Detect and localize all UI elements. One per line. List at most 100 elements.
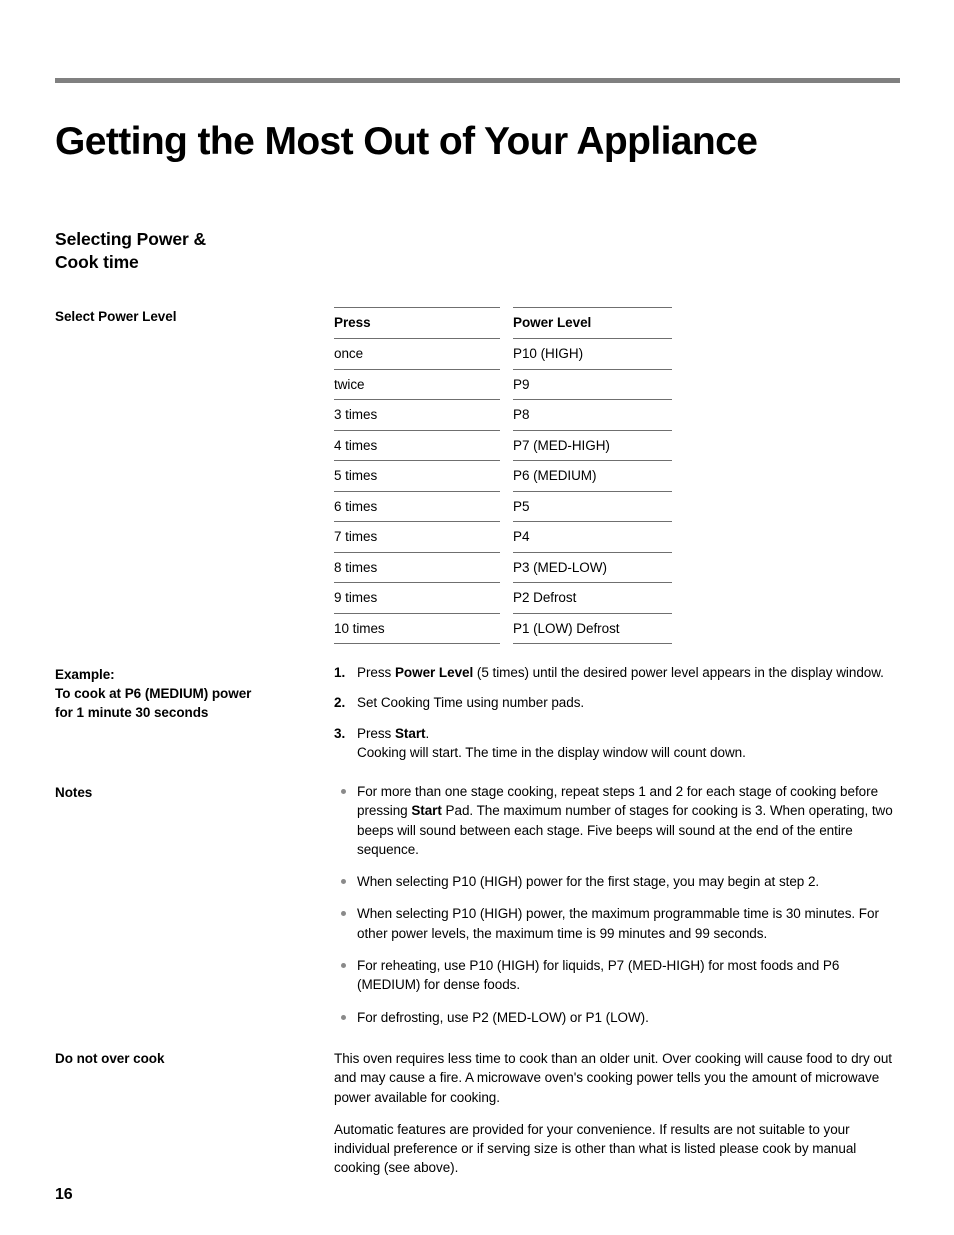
table-header-press: Press [334, 307, 513, 338]
table-cell-press: 3 times [334, 399, 513, 430]
steps-list: 1. Press Power Level (5 times) until the … [334, 663, 900, 762]
note-text: For more than one stage cooking, repeat … [357, 784, 893, 857]
table-cell-text: P3 (MED-LOW) [513, 551, 672, 583]
table-head: Press Power Level [334, 307, 685, 338]
table-cell-power-level: P1 (LOW) Defrost [513, 612, 685, 644]
table-cell-press: 7 times [334, 521, 513, 552]
page-number: 16 [55, 1186, 73, 1203]
table-row: 5 times P6 (MEDIUM) [334, 460, 685, 491]
body-text: . [425, 725, 430, 741]
table-cell-text: P5 [513, 490, 672, 522]
table-cell-power-level: P5 [513, 490, 685, 522]
note-item: When selecting P10 (HIGH) power for the … [334, 872, 900, 891]
page-title: Getting the Most Out of Your Appliance [55, 120, 758, 164]
bullet-icon [341, 963, 346, 969]
table-header-power-level-text: Power Level [513, 307, 672, 338]
table-row: 9 times P2 Defrost [334, 582, 685, 613]
table-header-power-level: Power Level [513, 307, 685, 338]
table-cell-power-level: P2 Defrost [513, 582, 685, 613]
step-text: Press Power Level (5 times) until the de… [357, 665, 884, 680]
table-cell-press: 10 times [334, 612, 513, 644]
power-level-table-wrapper: Press Power Level once P10 (HIGH) twice P9 3… [334, 307, 685, 644]
step-number: 3. [334, 725, 346, 741]
table-row: 4 times P7 (MED-HIGH) [334, 429, 685, 461]
section-heading: Selecting Power & Cook time [55, 228, 315, 274]
table-cell-power-level: P7 (MED-HIGH) [513, 429, 685, 461]
table-cell-power-level: P3 (MED-LOW) [513, 551, 685, 583]
table-row: 10 times P1 (LOW) Defrost [334, 612, 685, 644]
table-header-press-text: Press [334, 307, 500, 338]
body-text: For reheating, use P10 (HIGH) for liquid… [357, 958, 840, 993]
table-cell-power-level: P4 [513, 521, 685, 552]
body-text: Cooking will start. The time in the disp… [357, 744, 746, 760]
note-text: When selecting P10 (HIGH) power, the max… [357, 906, 879, 940]
table-cell-press: 8 times [334, 551, 513, 583]
step-item: 3. Press Start. Cooking will start. The ti… [334, 724, 900, 763]
table-body: once P10 (HIGH) twice P9 3 times P8 4 times P7 … [334, 338, 685, 644]
table-row: twice P9 [334, 368, 685, 400]
table-cell-text: 4 times [334, 429, 500, 461]
paragraph: Automatic features are provided for your… [334, 1121, 857, 1176]
table-row: 7 times P4 [334, 521, 685, 552]
body-text: When selecting P10 (HIGH) power for the … [357, 874, 820, 890]
note-text: For reheating, use P10 (HIGH) for liquid… [357, 958, 839, 992]
table-cell-text: 8 times [334, 551, 500, 583]
section-heading-line-1: Selecting Power & [55, 229, 206, 249]
label-select-power-level: Select Power Level [55, 309, 177, 324]
body-text: (5 times) until the desired power level … [473, 665, 884, 680]
example-line-2: To cook at P6 (MEDIUM) power [55, 686, 252, 702]
note-item: For reheating, use P10 (HIGH) for liquid… [334, 956, 900, 995]
step-text: Set Cooking Time using number pads. [357, 695, 584, 710]
header-rule [55, 78, 900, 83]
step-text: Press Start. Cooking will start. The time… [357, 726, 746, 760]
table-cell-text: P6 (MEDIUM) [513, 460, 672, 491]
bullet-icon [341, 789, 346, 794]
table-row: once P10 (HIGH) [334, 338, 685, 369]
label-do-not-over-cook: Do not over cook [55, 1051, 165, 1066]
table-cell-text: P9 [513, 368, 672, 400]
emphasis-text: Power Level [394, 665, 474, 680]
body-text: When selecting P10 (HIGH) power, the max… [357, 906, 879, 941]
table-cell-text: 6 times [334, 490, 500, 522]
notes-list: For more than one stage cooking, repeat … [334, 782, 900, 1027]
note-item: For defrosting, use P2 (MED-LOW) or P1 (… [334, 1008, 900, 1027]
section-heading-line-2: Cook time [55, 252, 139, 273]
table-header-row: Press Power Level [334, 307, 685, 338]
table-cell-press: 4 times [334, 429, 513, 461]
table-cell-text: P2 Defrost [513, 582, 672, 613]
document-page: Getting the Most Out of Your Appliance S… [0, 0, 954, 1235]
body-text: Press [357, 725, 395, 741]
table-cell-text: 5 times [334, 460, 500, 491]
table-row: 8 times P3 (MED-LOW) [334, 551, 685, 583]
body-text: Set Cooking Time using number pads. [357, 695, 585, 711]
label-example: Example: To cook at P6 (MEDIUM) power fo… [55, 665, 325, 722]
table-cell-power-level: P6 (MEDIUM) [513, 460, 685, 491]
table-cell-press: 6 times [334, 490, 513, 522]
emphasis-text: Start [411, 803, 442, 819]
note-item: For more than one stage cooking, repeat … [334, 782, 900, 859]
step-item: 1. Press Power Level (5 times) until the … [334, 663, 900, 682]
bullet-icon [341, 911, 346, 917]
table-cell-text: 7 times [334, 521, 500, 552]
body-text: For defrosting, use P2 (MED-LOW) or P1 (… [357, 1009, 649, 1025]
step-item: 2. Set Cooking Time using number pads. [334, 693, 900, 712]
example-line-1: Example: [55, 667, 115, 682]
table-cell-text: 9 times [334, 582, 500, 613]
table-cell-press: once [334, 338, 513, 369]
table-row: 3 times P8 [334, 399, 685, 430]
table-cell-press: 9 times [334, 582, 513, 613]
emphasis-text: Start [394, 725, 426, 741]
table-cell-power-level: P10 (HIGH) [513, 338, 685, 369]
table-row: 6 times P5 [334, 490, 685, 522]
bullet-icon [341, 879, 346, 885]
do-not-over-cook-text: This oven requires less time to cook tha… [334, 1049, 900, 1178]
note-item: When selecting P10 (HIGH) power, the max… [334, 904, 900, 943]
step-number: 2. [334, 695, 346, 711]
table-cell-text: P10 (HIGH) [513, 338, 672, 369]
table-cell-power-level: P8 [513, 399, 685, 430]
table-cell-text: P8 [513, 399, 672, 430]
body-text: Press [357, 665, 395, 680]
bullet-icon [341, 1014, 346, 1020]
table-cell-text: once [334, 338, 500, 369]
note-text: When selecting P10 (HIGH) power for the … [357, 874, 819, 889]
